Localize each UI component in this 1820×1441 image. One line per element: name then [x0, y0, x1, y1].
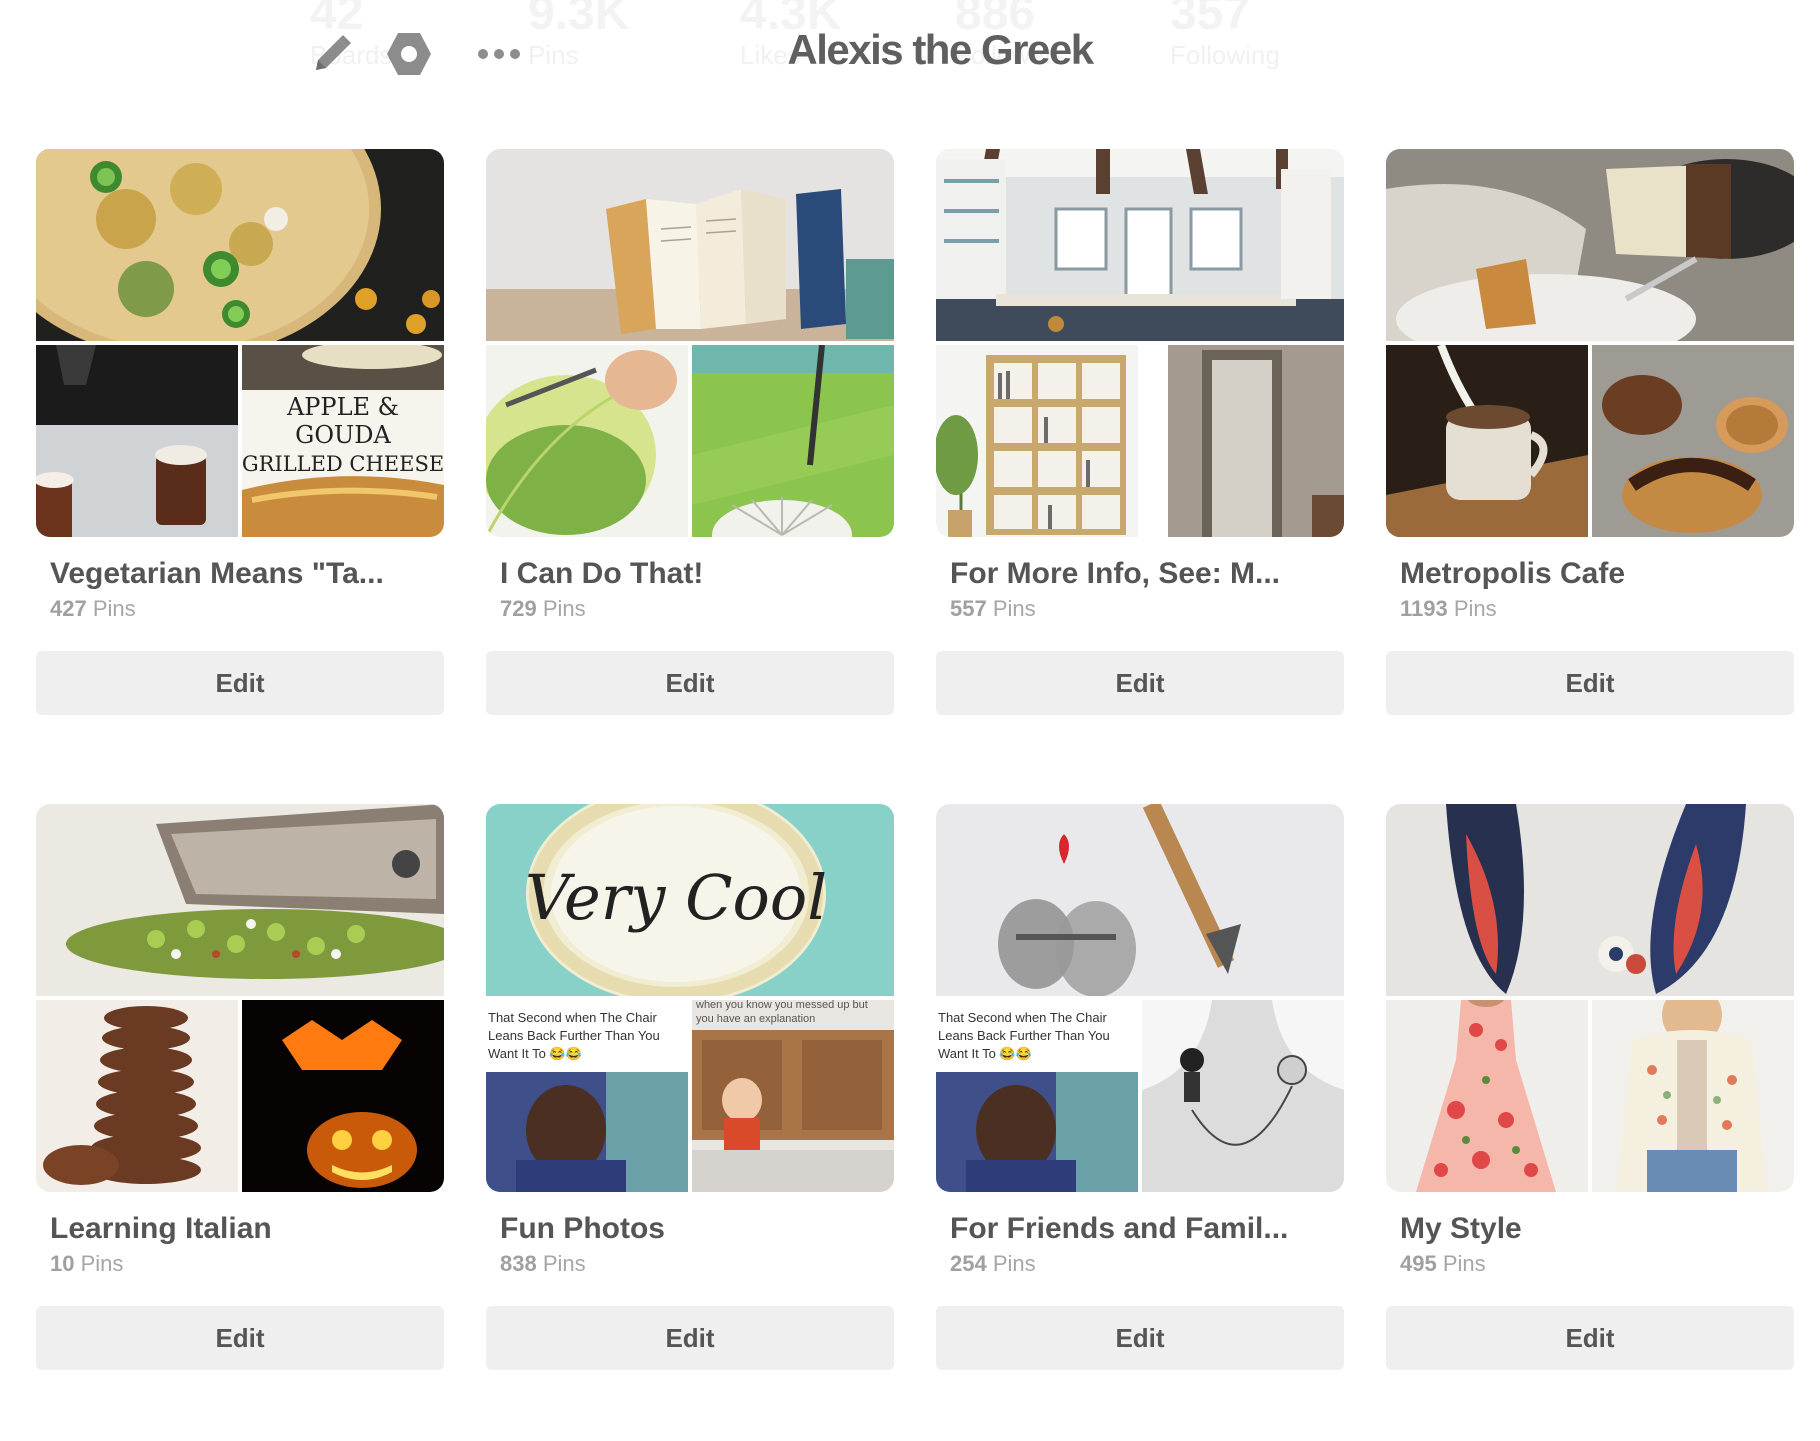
board-card[interactable]: Learning Italian 10 Pins Edit: [36, 804, 444, 1370]
pin-count-label: Pins: [992, 596, 1036, 621]
cover-image-coffee: [1386, 345, 1588, 537]
board-pin-count: 254 Pins: [950, 1251, 1036, 1277]
board-title[interactable]: I Can Do That!: [500, 557, 890, 591]
edit-button[interactable]: Edit: [36, 1306, 444, 1370]
board-cover[interactable]: [1386, 149, 1794, 537]
edit-button[interactable]: Edit: [936, 1306, 1344, 1370]
cover-image-salad: [36, 804, 444, 996]
edit-button[interactable]: Edit: [1386, 651, 1794, 715]
edit-button[interactable]: Edit: [1386, 1306, 1794, 1370]
cover-image-sketch: [692, 345, 894, 537]
pin-count-label: Pins: [542, 596, 586, 621]
cover-script-text: Very Cool: [525, 861, 827, 934]
cover-image-bookshelf: [936, 345, 1138, 537]
board-pin-count: 10 Pins: [50, 1251, 123, 1277]
cover-image-dress: [1386, 1000, 1588, 1192]
board-card[interactable]: For More Info, See: M... 557 Pins Edit: [936, 149, 1344, 715]
board-card[interactable]: I Can Do That! 729 Pins Edit: [486, 149, 894, 715]
cover-text-line: APPLE &: [286, 393, 399, 421]
cover-image-shoes: [1386, 804, 1794, 996]
cover-text-line: GOUDA: [295, 421, 391, 449]
board-cover[interactable]: [36, 804, 444, 1192]
board-title[interactable]: Learning Italian: [50, 1212, 440, 1246]
board-card[interactable]: Metropolis Cafe 1193 Pins Edit: [1386, 149, 1794, 715]
board-cover[interactable]: [486, 149, 894, 537]
board-pin-count: 427 Pins: [50, 596, 136, 622]
meme-text-line: That Second when The Chair: [938, 1010, 1108, 1025]
pin-count-label: Pins: [92, 596, 136, 621]
board-pin-count: 495 Pins: [1400, 1251, 1486, 1277]
profile-header: 42 Boards 9.3K Pins 4.3K Likes 886 Follo…: [0, 0, 1820, 110]
board-cover[interactable]: [1386, 804, 1794, 1192]
cover-image-painting: [486, 345, 688, 537]
cover-image-main: [486, 149, 894, 341]
board-title[interactable]: For Friends and Famil...: [950, 1212, 1340, 1246]
edit-button[interactable]: Edit: [486, 651, 894, 715]
pin-count-label: Pins: [542, 1251, 586, 1276]
pin-count-label: Pins: [1453, 596, 1497, 621]
pin-count-number: 729: [500, 596, 537, 621]
board-title[interactable]: For More Info, See: M...: [950, 557, 1340, 591]
cover-text-line: GRILLED CHEESE: [242, 452, 444, 476]
pin-count-number: 254: [950, 1251, 987, 1276]
meme-text-line: you have an explanation: [696, 1013, 815, 1025]
pin-count-number: 1193: [1400, 596, 1448, 621]
cover-image-collar: [1142, 1000, 1344, 1192]
cover-image-drinks: [36, 345, 238, 537]
cover-image-cake: [1386, 149, 1794, 341]
board-card[interactable]: Very Cool That Second when The Chair Lea…: [486, 804, 894, 1370]
meme-text-line: That Second when The Chair: [488, 1010, 658, 1025]
board-pin-count: 838 Pins: [500, 1251, 586, 1277]
board-card[interactable]: My Style 495 Pins Edit: [1386, 804, 1794, 1370]
meme-text-line: Want It To 😂😂: [938, 1046, 1032, 1061]
board-title[interactable]: My Style: [1400, 1212, 1790, 1246]
cover-image-mirror: [1142, 345, 1344, 537]
cover-image-cookies: [36, 1000, 238, 1192]
edit-button[interactable]: Edit: [486, 1306, 894, 1370]
cover-image-pastries: [1592, 345, 1794, 537]
board-cover[interactable]: APPLE & GOUDA GRILLED CHEESE: [36, 149, 444, 537]
board-title[interactable]: Metropolis Cafe: [1400, 557, 1790, 591]
board-card[interactable]: APPLE & GOUDA GRILLED CHEESE Vegetarian …: [36, 149, 444, 715]
cover-image-cardigan: [1592, 1000, 1794, 1192]
edit-button[interactable]: Edit: [936, 651, 1344, 715]
pin-count-label: Pins: [992, 1251, 1036, 1276]
meme-text-line: Leans Back Further Than You: [938, 1028, 1110, 1043]
board-pin-count: 1193 Pins: [1400, 596, 1497, 622]
pin-count-number: 557: [950, 596, 987, 621]
cover-image-grilled-cheese: APPLE & GOUDA GRILLED CHEESE: [242, 345, 444, 537]
cover-image-main: [36, 149, 444, 341]
cover-image-very-cool-cake: Very Cool: [486, 804, 894, 996]
board-title[interactable]: Fun Photos: [500, 1212, 890, 1246]
pin-count-label: Pins: [1442, 1251, 1486, 1276]
cover-image-pen-drawing: [936, 804, 1344, 996]
board-pin-count: 729 Pins: [500, 596, 586, 622]
cover-image-meme: That Second when The Chair Leans Back Fu…: [486, 1000, 688, 1192]
meme-text-line: Want It To 😂😂: [488, 1046, 582, 1061]
cover-image-pumpkin: [242, 1000, 444, 1192]
cover-image-toddler: when you know you messed up but you have…: [692, 1000, 894, 1192]
pin-count-number: 10: [50, 1251, 75, 1276]
meme-text-line: when you know you messed up but: [695, 1000, 868, 1011]
pin-count-number: 427: [50, 596, 87, 621]
board-cover[interactable]: Very Cool That Second when The Chair Lea…: [486, 804, 894, 1192]
pin-count-label: Pins: [80, 1251, 124, 1276]
board-card[interactable]: That Second when The Chair Leans Back Fu…: [936, 804, 1344, 1370]
board-pin-count: 557 Pins: [950, 596, 1036, 622]
meme-text-line: Leans Back Further Than You: [488, 1028, 660, 1043]
profile-name: Alexis the Greek: [787, 26, 1094, 73]
edit-button[interactable]: Edit: [36, 651, 444, 715]
cover-image-meme: That Second when The Chair Leans Back Fu…: [936, 1000, 1138, 1192]
board-title[interactable]: Vegetarian Means "Ta...: [50, 557, 440, 591]
pin-count-number: 495: [1400, 1251, 1437, 1276]
pin-count-number: 838: [500, 1251, 537, 1276]
board-cover[interactable]: That Second when The Chair Leans Back Fu…: [936, 804, 1344, 1192]
cover-image-kitchen: [936, 149, 1344, 341]
board-cover[interactable]: [936, 149, 1344, 537]
